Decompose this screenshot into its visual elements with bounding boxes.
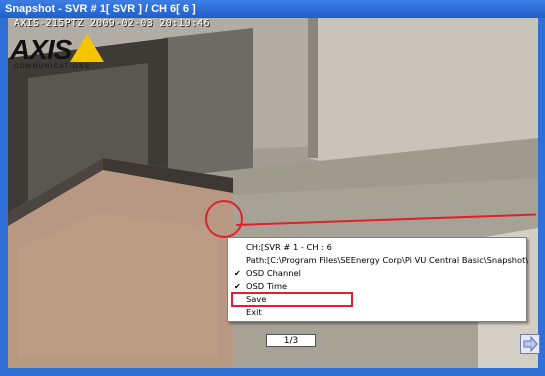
snapshot-window: Snapshot - SVR # 1[ SVR ] / CH 6[ 6 ] AX…: [0, 0, 545, 376]
logo-word: AXIS: [10, 34, 72, 65]
context-menu: CH:[SVR # 1 - CH : 6 Path:[C:\Program Fi…: [227, 237, 529, 322]
menu-item-label: OSD Time: [246, 281, 288, 291]
osd-text: AXIS-215PTZ 2009-02-03 20:19:46: [14, 18, 210, 29]
checkmark-icon: ✔: [234, 269, 241, 278]
logo-subtitle: COMMUNICATIONS: [14, 64, 91, 70]
menu-item-label: OSD Channel: [246, 268, 301, 278]
axis-logo: AXIS COMMUNICATIONS: [8, 32, 108, 74]
menu-item-label: CH:[SVR # 1 - CH : 6: [246, 242, 332, 252]
save-highlight-box: [231, 292, 353, 307]
menu-item-path[interactable]: Path:[C:\Program Files\SEEnergy Corp\Pi …: [228, 254, 529, 267]
menu-item-label: Path:[C:\Program Files\SEEnergy Corp\Pi …: [246, 255, 529, 265]
menu-item-exit[interactable]: Exit: [228, 306, 526, 319]
menu-item-osd-channel[interactable]: ✔ OSD Channel: [228, 267, 526, 280]
page-counter: 1/3: [266, 334, 316, 347]
menu-item-channel[interactable]: CH:[SVR # 1 - CH : 6: [228, 241, 526, 254]
logo-triangle-icon: [70, 34, 104, 62]
menu-item-label: Exit: [246, 307, 262, 317]
right-arrow-icon: [523, 335, 538, 353]
annotation-circle: [205, 200, 243, 238]
next-button[interactable]: [520, 334, 540, 354]
window-title: Snapshot - SVR # 1[ SVR ] / CH 6[ 6 ]: [0, 0, 545, 18]
